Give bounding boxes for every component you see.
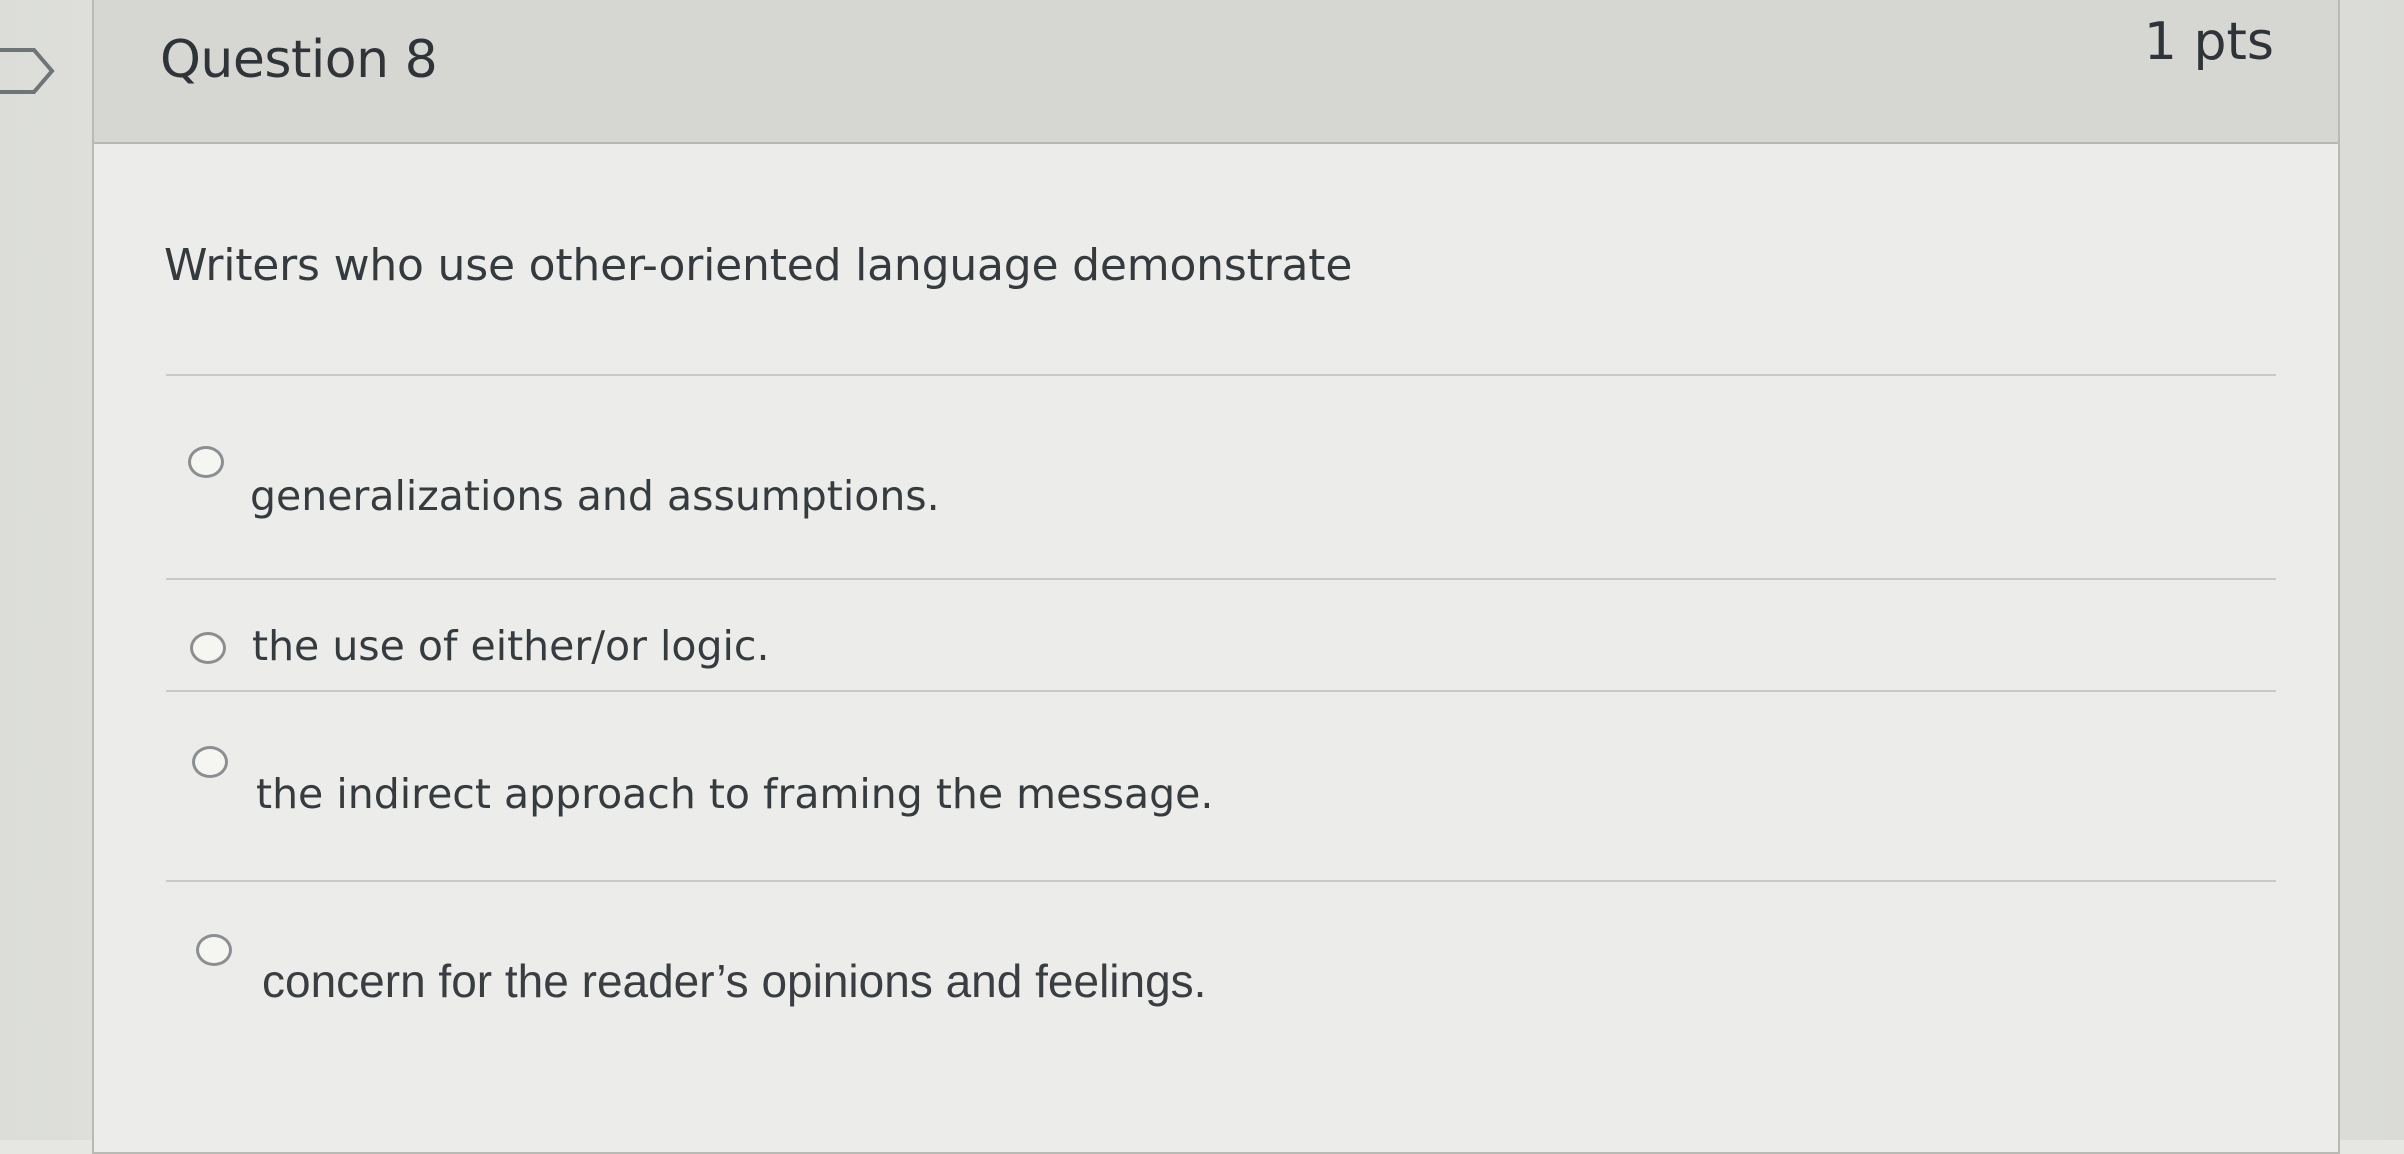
radio-unselected-icon[interactable]: [188, 446, 224, 478]
answer-option[interactable]: the indirect approach to framing the mes…: [94, 738, 2338, 818]
answer-label[interactable]: concern for the reader’s opinions and fe…: [262, 954, 1206, 1008]
answer-label[interactable]: the indirect approach to framing the mes…: [256, 770, 1213, 818]
prompt-divider: [166, 374, 2276, 376]
flag-question-icon[interactable]: [0, 42, 62, 100]
question-header: Question 8 1 pts: [94, 0, 2338, 144]
answer-divider: [166, 880, 2276, 882]
radio-unselected-icon[interactable]: [192, 746, 228, 778]
question-title: Question 8: [160, 30, 438, 90]
answer-divider: [166, 690, 2276, 692]
question-points: 1 pts: [2143, 12, 2274, 72]
radio-unselected-icon[interactable]: [190, 632, 226, 664]
answer-option[interactable]: concern for the reader’s opinions and fe…: [94, 920, 2338, 1007]
question-prompt: Writers who use other-oriented language …: [164, 240, 1353, 291]
answer-label[interactable]: the use of either/or logic.: [252, 622, 770, 670]
answer-divider: [166, 578, 2276, 580]
answer-option[interactable]: generalizations and assumptions.: [94, 430, 2338, 520]
answer-option[interactable]: the use of either/or logic.: [94, 602, 2338, 682]
question-card: Question 8 1 pts Writers who use other-o…: [92, 0, 2340, 1154]
answer-label[interactable]: generalizations and assumptions.: [250, 472, 940, 520]
radio-unselected-icon[interactable]: [196, 934, 232, 966]
